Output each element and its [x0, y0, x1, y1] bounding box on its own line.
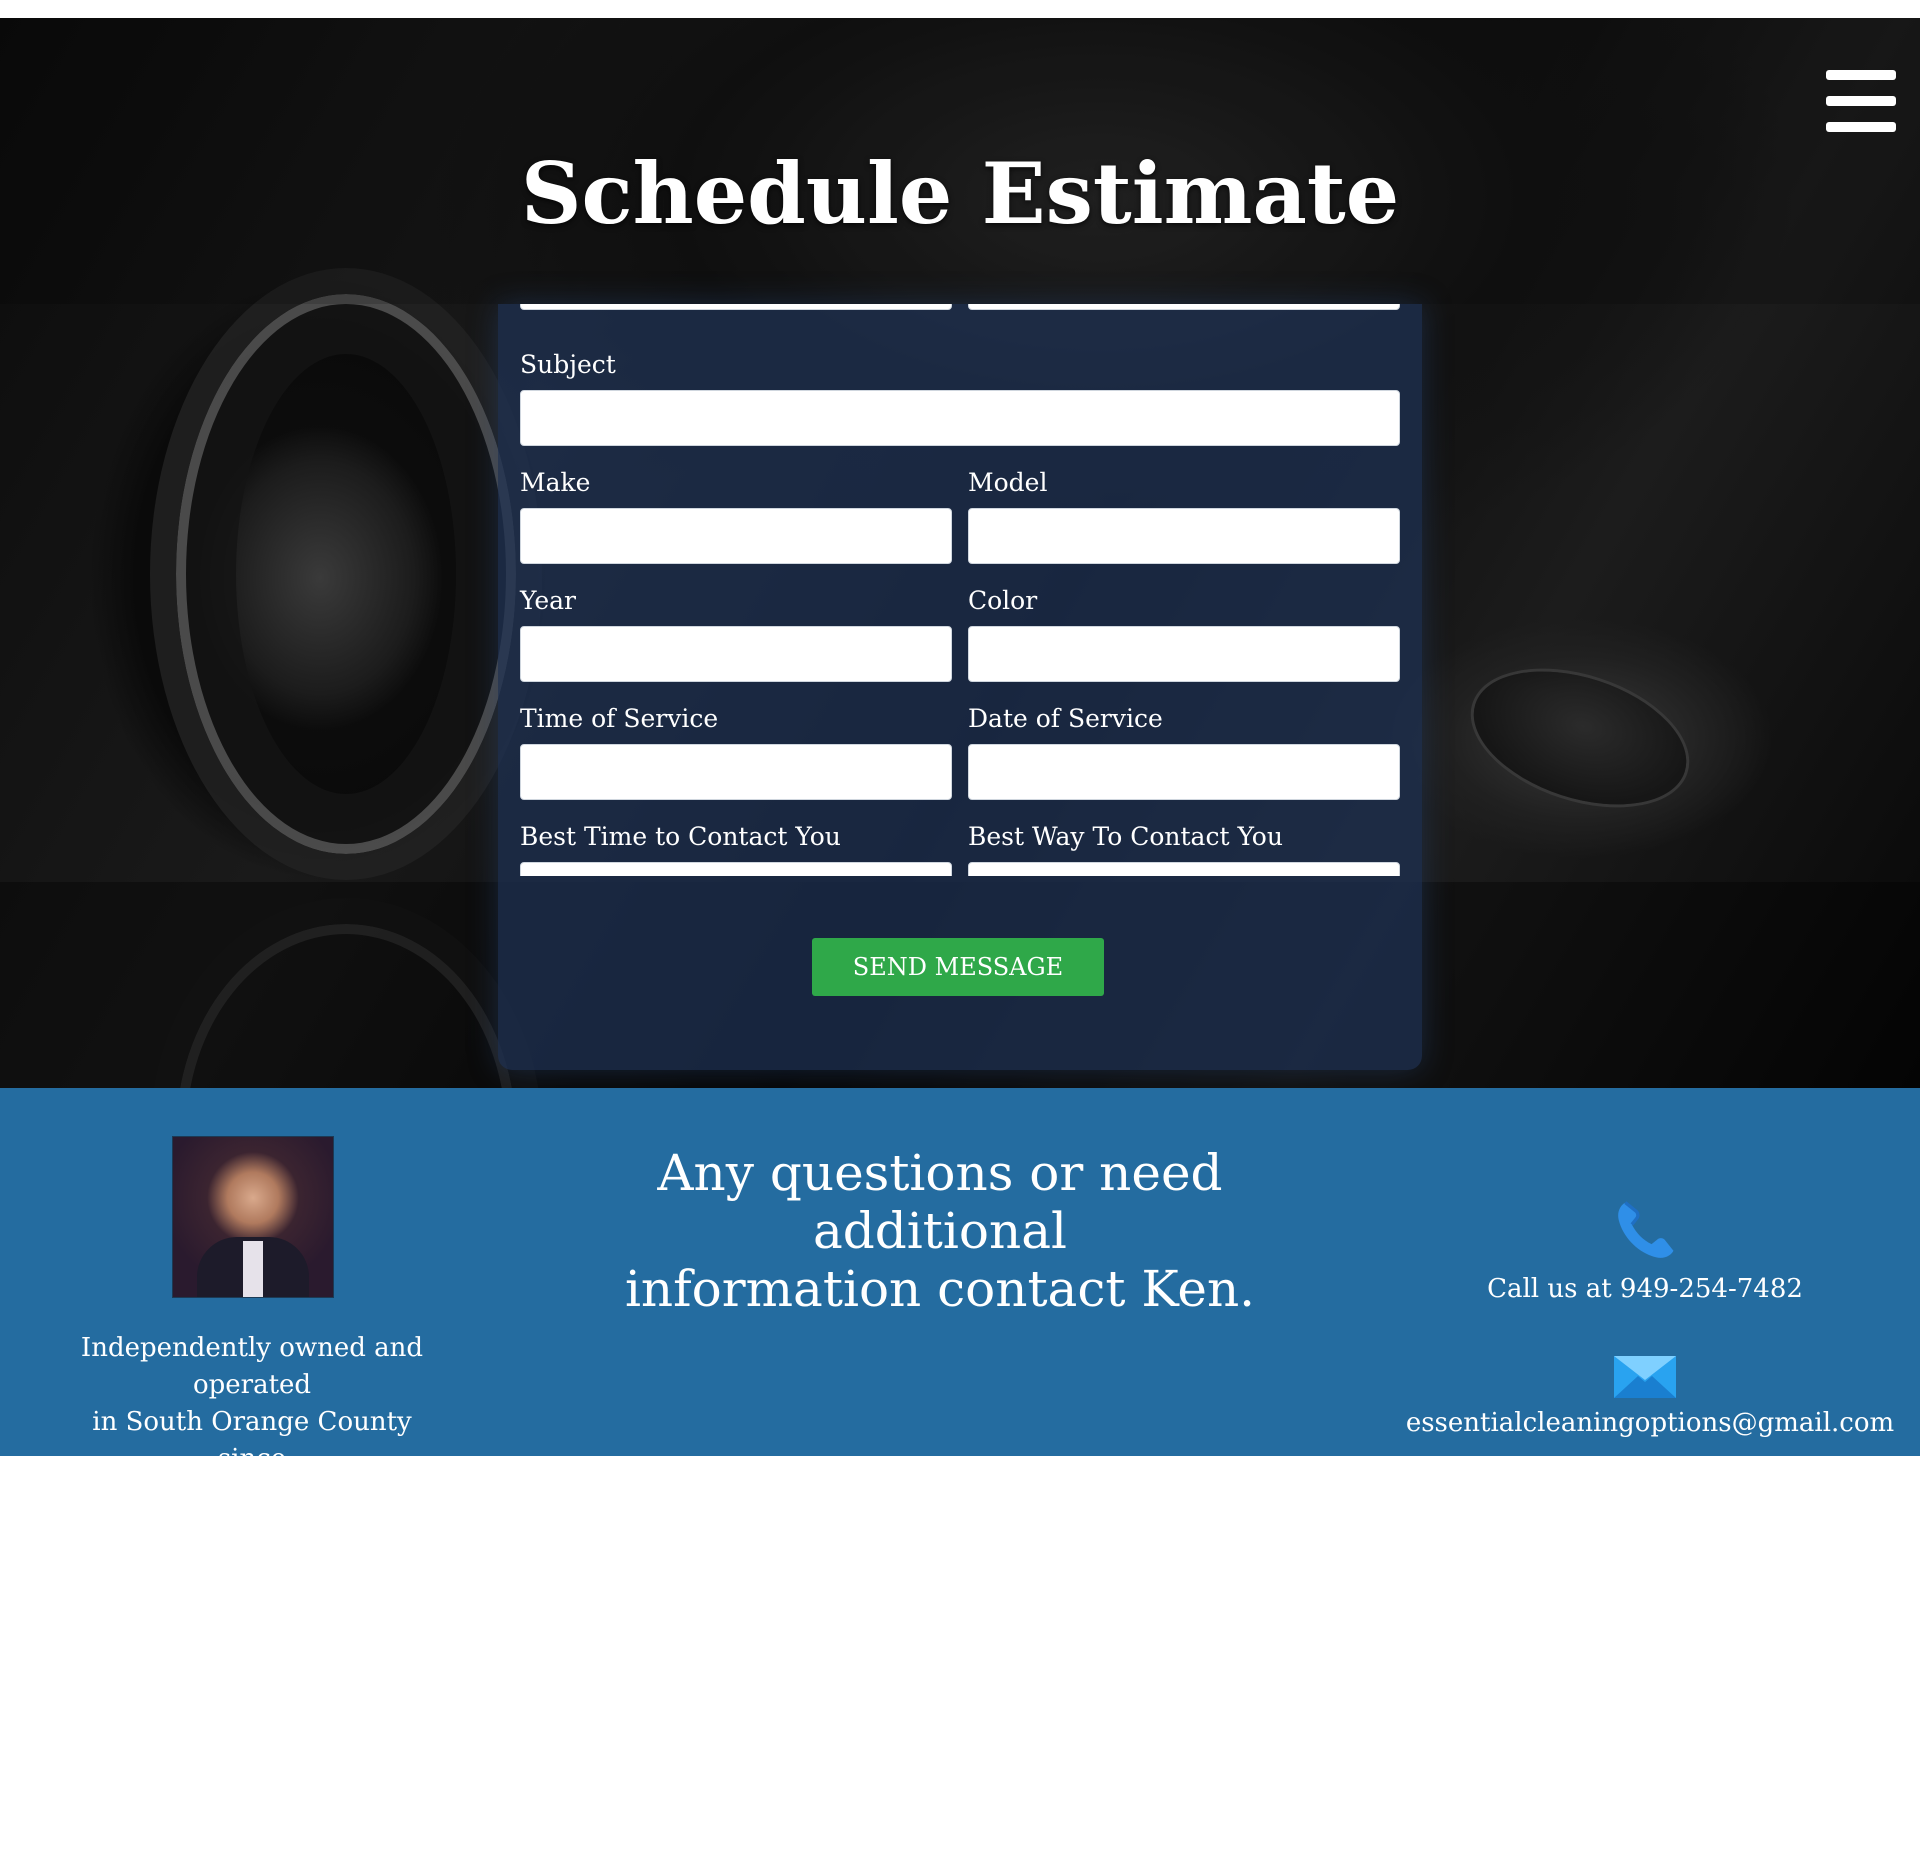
footer: Independently owned and operated in Sout…	[0, 1088, 1920, 1456]
photo-shirt	[243, 1241, 263, 1297]
make-field[interactable]	[520, 508, 952, 564]
owner-line: in South Orange County since	[92, 1407, 412, 1456]
color-label: Color	[968, 586, 1038, 615]
phone-number-text[interactable]: Call us at 949-254-7482	[1380, 1274, 1910, 1304]
contact-heading: Any questions or need additional informa…	[560, 1144, 1320, 1318]
color-field[interactable]	[968, 626, 1400, 682]
car-door-handle-background	[1456, 646, 1704, 830]
owner-photo	[172, 1136, 334, 1298]
name-field[interactable]	[520, 304, 952, 310]
send-message-button[interactable]: SEND MESSAGE	[812, 938, 1104, 996]
hero-section: Schedule Estimate Subject Make Model Yea…	[0, 18, 1920, 1088]
best-way-field[interactable]	[968, 862, 1400, 876]
subject-field[interactable]	[520, 390, 1400, 446]
date-of-service-field[interactable]	[968, 744, 1400, 800]
model-label: Model	[968, 468, 1048, 497]
menu-bar	[1826, 122, 1896, 132]
best-way-label: Best Way To Contact You	[968, 822, 1283, 851]
menu-bar	[1826, 70, 1896, 80]
mail-icon[interactable]	[1614, 1356, 1676, 1398]
top-strip	[0, 0, 1920, 18]
subject-label: Subject	[520, 350, 616, 379]
best-time-label: Best Time to Contact You	[520, 822, 841, 851]
hamburger-menu-icon[interactable]	[1826, 70, 1896, 132]
contact-heading-line: additional	[812, 1202, 1067, 1260]
time-of-service-label: Time of Service	[520, 704, 719, 733]
menu-bar	[1826, 96, 1896, 106]
owner-description: Independently owned and operated in Sout…	[70, 1330, 434, 1456]
year-label: Year	[520, 586, 576, 615]
date-of-service-label: Date of Service	[968, 704, 1163, 733]
phone-icon[interactable]	[1610, 1196, 1680, 1266]
make-label: Make	[520, 468, 591, 497]
estimate-form: Subject Make Model Year Color Time of Se…	[498, 304, 1422, 1070]
page-title: Schedule Estimate	[520, 144, 1400, 243]
email-field[interactable]	[968, 304, 1400, 310]
model-field[interactable]	[968, 508, 1400, 564]
car-wheel-background	[150, 268, 542, 880]
best-time-field[interactable]	[520, 862, 952, 876]
time-of-service-field[interactable]	[520, 744, 952, 800]
contact-heading-line: Any questions or need	[657, 1144, 1223, 1202]
form-scroll-area[interactable]: Subject Make Model Year Color Time of Se…	[498, 304, 1422, 876]
contact-heading-line: information contact Ken.	[624, 1260, 1256, 1318]
owner-line: operated	[192, 1370, 312, 1400]
owner-line: Independently owned and	[80, 1333, 424, 1363]
year-field[interactable]	[520, 626, 952, 682]
email-address-text[interactable]: essentialcleaningoptions@gmail.com	[1380, 1408, 1920, 1438]
